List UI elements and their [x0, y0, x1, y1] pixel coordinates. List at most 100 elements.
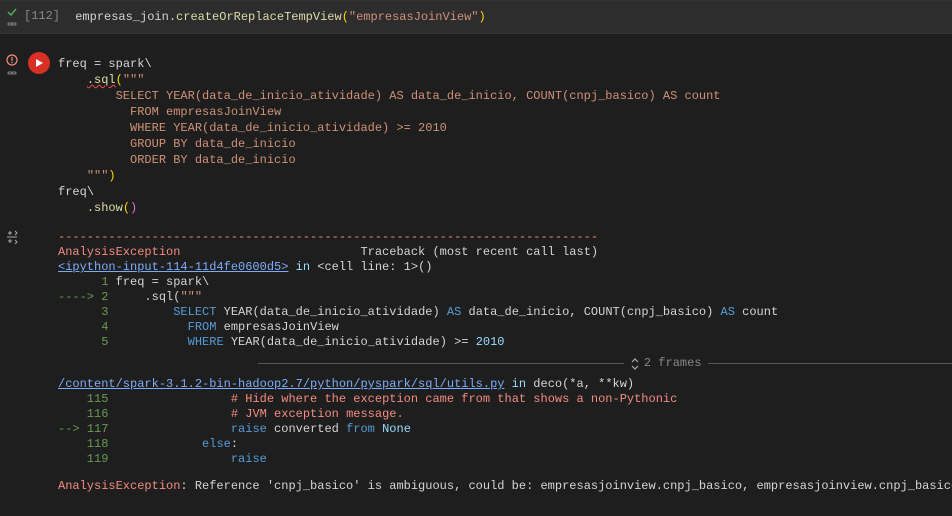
error-icon	[6, 54, 18, 66]
lineno: 3	[58, 305, 108, 320]
output-spacer	[24, 224, 54, 500]
link-icon[interactable]	[7, 19, 17, 29]
lineno: 1	[58, 275, 108, 290]
tok: freq	[58, 57, 94, 71]
code: raise	[231, 422, 267, 436]
lineno: 115	[58, 392, 108, 407]
code	[108, 422, 230, 436]
tok: """	[123, 73, 145, 87]
tok: \	[87, 185, 94, 199]
code: from	[346, 422, 375, 436]
code: empresasJoinView	[216, 320, 338, 334]
final-exception-msg: : Reference 'cnpj_basico' is ambiguous, …	[180, 479, 952, 493]
tok: """	[87, 169, 109, 183]
code: 2010	[476, 335, 505, 349]
code-cell-112: [112] empresas_join.createOrReplaceTempV…	[0, 0, 952, 33]
tok: SELECT YEAR(data_de_inicio_atividade) AS…	[58, 89, 721, 103]
code: count	[735, 305, 778, 319]
code	[108, 335, 187, 349]
tok: =	[94, 57, 108, 71]
tok: .show	[87, 201, 123, 215]
code: YEAR(data_de_inicio_atividade) >=	[224, 335, 476, 349]
dash-separator: ----------------------------------------…	[58, 230, 952, 245]
code: # JVM exception message.	[231, 407, 404, 421]
toggle-output-icon[interactable]	[5, 230, 19, 244]
lineno: 119	[58, 452, 108, 467]
tok: (*a, **kw)	[562, 377, 634, 391]
lineno: 117	[87, 422, 109, 437]
tok	[58, 201, 87, 215]
code: YEAR(data_de_inicio_atividade)	[216, 305, 446, 319]
exception-name: AnalysisException	[58, 245, 180, 259]
tok: \	[144, 57, 151, 71]
code: .sql(	[108, 290, 180, 304]
code: AS	[721, 305, 735, 319]
code-token: createOrReplaceTempView	[176, 10, 342, 24]
traceback-label: Traceback (most recent call last)	[180, 245, 598, 259]
code-cell-active: freq = spark\ .sql(""" SELECT YEAR(data_…	[0, 33, 952, 224]
run-button-area	[24, 48, 54, 224]
code: raise	[231, 452, 267, 466]
cell-gutter	[0, 48, 24, 224]
frames-count: 2 frames	[644, 356, 702, 371]
arrow-marker: ---->	[58, 290, 101, 304]
cell-gutter	[0, 1, 24, 33]
tok: FROM empresasJoinView	[58, 105, 281, 119]
tok: )	[130, 201, 137, 215]
tok: in	[504, 377, 533, 391]
code: """	[180, 290, 202, 304]
tok: <cell line: 1>()	[317, 260, 432, 274]
source-link[interactable]: /content/spark-3.1.2-bin-hadoop2.7/pytho…	[58, 377, 504, 391]
tok: WHERE YEAR(data_de_inicio_atividade) >= …	[58, 121, 447, 135]
tok: in	[288, 260, 317, 274]
run-button[interactable]	[28, 52, 50, 74]
lineno: 118	[58, 437, 108, 452]
frames-separator: 2 frames	[58, 356, 952, 371]
code: converted	[267, 422, 346, 436]
check-icon	[7, 7, 17, 17]
arrow-marker: -->	[58, 422, 87, 436]
code: :	[231, 437, 238, 451]
code	[108, 407, 230, 421]
tok	[58, 169, 87, 183]
source-link[interactable]: <ipython-input-114-11d4fe0600d5>	[58, 260, 288, 274]
code	[108, 452, 230, 466]
tok: )	[108, 169, 115, 183]
lineno: 116	[58, 407, 108, 422]
code-area[interactable]: empresas_join.createOrReplaceTempView("e…	[64, 1, 952, 33]
code: WHERE	[188, 335, 224, 349]
code: freq = spark\	[108, 275, 209, 289]
code	[108, 305, 173, 319]
code	[108, 392, 230, 406]
tok: spark	[108, 57, 144, 71]
output-gutter	[0, 224, 24, 500]
tok: deco	[533, 377, 562, 391]
tok: (	[116, 73, 123, 87]
tok: ORDER BY data_de_inicio	[58, 153, 296, 167]
output-content[interactable]: ----------------------------------------…	[54, 224, 952, 500]
lineno: 4	[58, 320, 108, 335]
code: # Hide where the exception came from tha…	[231, 392, 677, 406]
tok	[58, 73, 87, 87]
tok: .sql	[87, 73, 116, 87]
code: SELECT	[173, 305, 216, 319]
code	[108, 320, 187, 334]
code: else	[202, 437, 231, 451]
code: None	[375, 422, 411, 436]
link-icon[interactable]	[7, 68, 17, 78]
code-area[interactable]: freq = spark\ .sql(""" SELECT YEAR(data_…	[54, 48, 952, 224]
tok: GROUP BY data_de_inicio	[58, 137, 296, 151]
code	[108, 437, 202, 451]
code: AS	[447, 305, 461, 319]
output-cell: ----------------------------------------…	[0, 224, 952, 500]
expand-frames-icon[interactable]	[630, 357, 640, 371]
code-token: empresas_join	[75, 10, 169, 24]
code: data_de_inicio, COUNT(cnpj_basico)	[461, 305, 720, 319]
lineno: 5	[58, 335, 108, 350]
tok: (	[123, 201, 130, 215]
cell-exec-count: [112]	[24, 1, 64, 33]
code-token: "empresasJoinView"	[349, 10, 479, 24]
final-exception-name: AnalysisException	[58, 479, 180, 493]
play-icon	[34, 58, 44, 68]
tok: freq	[58, 185, 87, 199]
